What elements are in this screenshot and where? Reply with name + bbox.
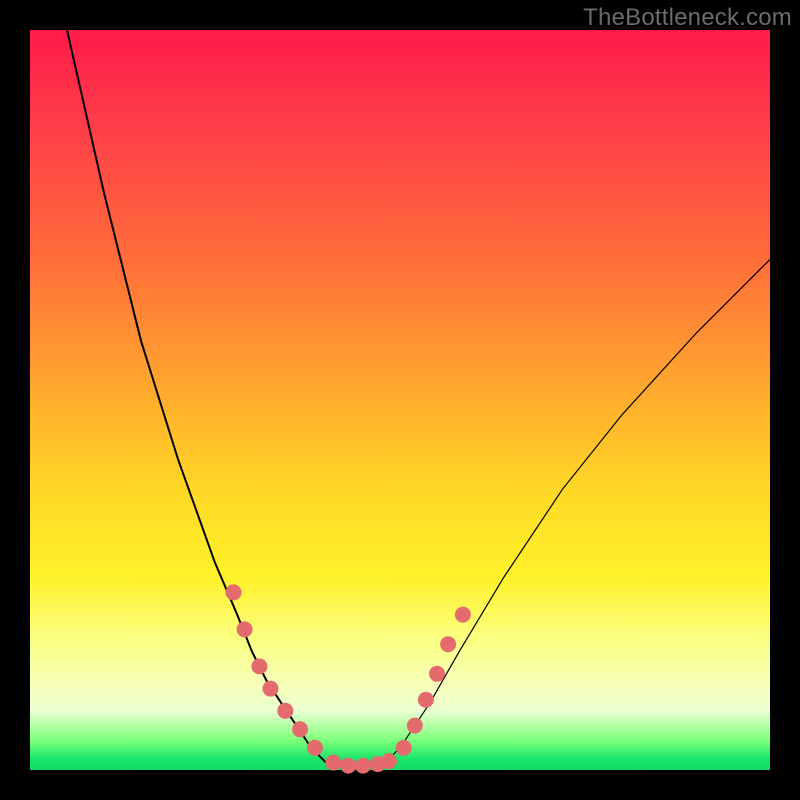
marker-point (455, 607, 471, 623)
marker-point (263, 681, 279, 697)
marker-point (277, 703, 293, 719)
marker-point (381, 753, 397, 769)
watermark-text: TheBottleneck.com (583, 4, 792, 32)
outer-frame: TheBottleneck.com (0, 0, 800, 800)
curve-markers (226, 584, 471, 773)
marker-point (355, 758, 371, 774)
marker-point (418, 692, 434, 708)
marker-point (407, 718, 423, 734)
curve-right-branch (385, 259, 770, 762)
marker-point (226, 584, 242, 600)
marker-point (251, 658, 267, 674)
curve-left-branch-path (67, 30, 326, 763)
marker-point (325, 755, 341, 771)
bottleneck-curve (30, 30, 770, 770)
marker-point (237, 621, 253, 637)
curve-left-branch (67, 30, 326, 763)
curve-right-branch-path (385, 259, 770, 762)
plot-area (30, 30, 770, 770)
marker-point (440, 636, 456, 652)
marker-point (396, 740, 412, 756)
marker-point (292, 721, 308, 737)
marker-point (429, 666, 445, 682)
marker-point (340, 758, 356, 774)
marker-point (307, 740, 323, 756)
